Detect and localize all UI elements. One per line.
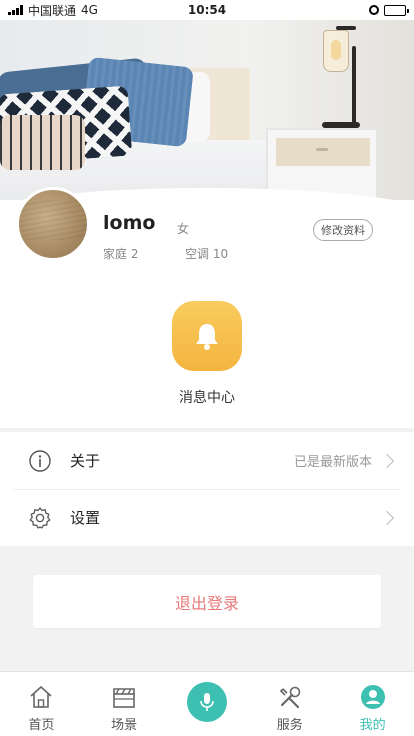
mic-icon	[186, 682, 227, 722]
tab-service[interactable]: 服务	[249, 672, 331, 733]
tab-scenes[interactable]: 场景	[83, 672, 165, 733]
bell-icon	[196, 324, 218, 350]
tab-voice[interactable]	[166, 672, 248, 722]
status-left: 中国联通 4G	[8, 2, 98, 19]
status-right	[369, 4, 409, 16]
info-icon	[28, 449, 52, 473]
menu-list: 关于 已是最新版本 设置	[0, 432, 414, 546]
avatar[interactable]	[16, 187, 90, 261]
signal-icon	[8, 5, 23, 15]
family-label: 家庭	[103, 247, 128, 261]
network-type: 4G	[81, 3, 98, 17]
menu-item-settings[interactable]: 设置	[0, 489, 414, 546]
status-time: 10:54	[187, 3, 227, 17]
menu-item-label: 关于	[70, 452, 101, 470]
logout-button[interactable]: 退出登录	[33, 575, 381, 628]
carrier: 中国联通	[28, 3, 77, 18]
family-value: 2	[130, 247, 139, 261]
orientation-lock-icon	[369, 5, 379, 15]
menu-item-about[interactable]: 关于 已是最新版本	[0, 432, 414, 489]
message-center-label[interactable]: 消息中心	[0, 387, 414, 407]
family-count: 家庭 2	[103, 245, 138, 262]
user-gender: 女	[177, 222, 190, 236]
clapper-icon	[110, 683, 138, 711]
header-banner-photo	[0, 20, 414, 210]
tab-label: 服务	[276, 718, 303, 733]
message-center-button[interactable]	[172, 301, 242, 371]
tab-label: 我的	[359, 718, 386, 733]
battery-icon	[384, 4, 409, 16]
bottom-tab-bar: 首页 场景 服务 我的	[0, 671, 414, 736]
status-bar: 中国联通 4G 10:54	[0, 0, 414, 20]
tab-label: 场景	[111, 718, 138, 733]
chevron-right-icon	[379, 453, 395, 468]
ac-value: 10	[212, 247, 229, 261]
edit-profile-button[interactable]: 修改资料	[313, 219, 373, 241]
user-icon	[359, 683, 387, 711]
user-name: lomo	[103, 212, 156, 234]
version-status: 已是最新版本	[293, 455, 372, 470]
tools-icon	[276, 683, 304, 711]
tab-label: 首页	[28, 718, 55, 733]
home-icon	[27, 683, 55, 711]
gear-icon	[28, 506, 52, 530]
tab-mine[interactable]: 我的	[332, 672, 414, 733]
chevron-right-icon	[379, 510, 395, 525]
ac-label: 空调	[185, 247, 210, 261]
ac-count: 空调 10	[185, 245, 228, 262]
tab-home[interactable]: 首页	[0, 672, 82, 733]
menu-item-label: 设置	[70, 509, 101, 527]
